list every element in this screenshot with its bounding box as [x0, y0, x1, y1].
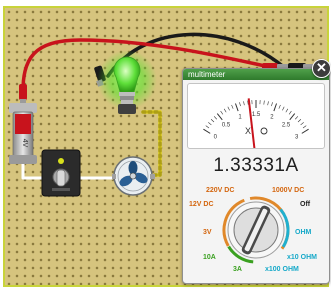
- gauge-minor-tick: [267, 101, 269, 106]
- gauge-scale: 0 0.5 1 1.5 2 2.5 3 X: [203, 98, 309, 163]
- gauge-tick-label: 1.5: [252, 112, 261, 118]
- gauge-minor-tick: [208, 122, 212, 126]
- gauge-tick-label: 3: [295, 135, 299, 141]
- gauge-minor-tick: [285, 108, 289, 113]
- gauge-tick-label: 1: [238, 115, 242, 121]
- range-3a[interactable]: 3A: [233, 266, 242, 273]
- gauge-major-tick: [216, 113, 223, 121]
- close-multimeter-button[interactable]: ✕: [312, 59, 331, 78]
- gauge-ohm-symbol: [260, 127, 268, 135]
- fan[interactable]: [112, 156, 155, 196]
- gauge-minor-tick: [220, 110, 224, 115]
- range-220v-dc[interactable]: 220V DC: [206, 187, 234, 194]
- gauge-minor-tick: [205, 125, 210, 129]
- gauge-minor-tick: [288, 110, 292, 115]
- gauge-minor-tick: [231, 104, 234, 109]
- gauge-minor-tick: [300, 122, 304, 126]
- gauge-minor-tick: [282, 106, 285, 111]
- gauge-major-tick: [273, 103, 277, 112]
- range-ohm[interactable]: OHM: [295, 229, 311, 236]
- gauge-minor-tick: [227, 106, 230, 111]
- gauge-minor-tick: [278, 104, 281, 109]
- range-selector-knob[interactable]: [222, 196, 290, 264]
- range-1000v-dc[interactable]: 1000V DC: [272, 187, 304, 194]
- gauge-minor-tick: [302, 125, 307, 129]
- light-bulb[interactable]: [97, 50, 157, 114]
- range-x10-ohm[interactable]: x10 OHM: [287, 254, 317, 261]
- gauge-major-tick: [289, 113, 296, 121]
- red-probe-plug[interactable]: [19, 84, 27, 104]
- multimeter-header[interactable]: multimeter: [183, 69, 329, 80]
- gauge-minor-tick: [223, 108, 227, 113]
- range-12v-dc[interactable]: 12V DC: [189, 201, 214, 208]
- gauge-minor-tick: [294, 116, 299, 120]
- toggle-switch-icon: [56, 169, 66, 187]
- gauge-tick-label: 0: [214, 135, 218, 141]
- toggle-switch[interactable]: [41, 149, 81, 197]
- gauge-tick-label: 0.5: [222, 123, 231, 129]
- range-10a[interactable]: 10A: [203, 254, 216, 261]
- gauge-minor-tick: [297, 119, 302, 123]
- gauge-minor-tick: [210, 119, 215, 123]
- battery-label: 4V: [21, 139, 28, 148]
- gauge-major-tick: [301, 128, 309, 134]
- gauge-minor-tick: [239, 102, 241, 107]
- gauge-minor-tick: [271, 102, 273, 107]
- gauge-mode-symbol: X: [245, 126, 251, 136]
- switch-indicator-light: [58, 158, 64, 164]
- analog-gauge: 0 0.5 1 1.5 2 2.5 3 X: [187, 83, 325, 163]
- gauge-tick-label: 2.5: [282, 123, 291, 129]
- gauge-needle: [247, 98, 257, 163]
- gauge-minor-tick: [243, 101, 245, 106]
- gauge-minor-tick: [213, 116, 218, 120]
- gauge-major-tick: [235, 103, 239, 112]
- gauge-major-tick: [203, 128, 211, 134]
- battery[interactable]: 4V: [9, 103, 37, 164]
- gauge-minor-tick: [263, 100, 265, 105]
- circuit-canvas[interactable]: 4V multimeter 0 0.5 1 1.5 2 2.5 3 X 1.33…: [0, 0, 331, 289]
- range-3v[interactable]: 3V: [203, 229, 212, 236]
- digital-reading: 1.33331A: [213, 155, 299, 176]
- gauge-tick-label: 2: [270, 115, 274, 121]
- range-off[interactable]: Off: [300, 201, 310, 208]
- close-icon: ✕: [316, 60, 327, 75]
- multimeter-panel[interactable]: multimeter 0 0.5 1 1.5 2 2.5 3 X 1.33331A 220V …: [182, 68, 330, 284]
- range-x100-ohm[interactable]: x100 OHM: [265, 266, 299, 273]
- multimeter-title: multimeter: [188, 70, 226, 79]
- knob-dial: [222, 196, 290, 264]
